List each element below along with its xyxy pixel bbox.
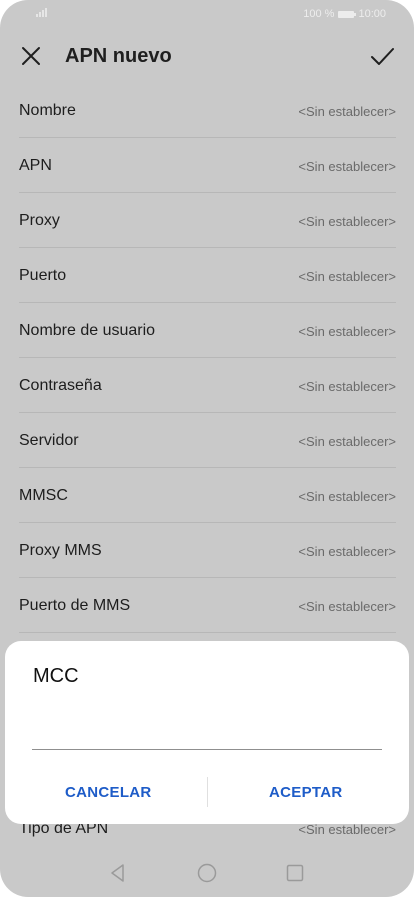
field-value: <Sin establecer> [298, 489, 396, 504]
check-icon [371, 48, 394, 65]
field-label: Puerto [19, 267, 67, 284]
dialog-title: MCC [33, 665, 79, 687]
status-right: 100 % 10:00 [303, 8, 386, 20]
field-label: Puerto de MMS [19, 597, 131, 614]
field-value: <Sin establecer> [298, 159, 396, 174]
battery-icon [338, 10, 357, 18]
field-value: <Sin establecer> [298, 324, 396, 339]
nav-recents-button[interactable] [283, 861, 307, 885]
field-label: Proxy MMS [19, 542, 102, 559]
field-value: <Sin establecer> [298, 104, 396, 119]
field-label: Contraseña [19, 377, 102, 394]
nav-recents-icon [286, 864, 304, 882]
field-value: <Sin establecer> [298, 214, 396, 229]
field-mmsc[interactable]: MMSC <Sin establecer> [0, 468, 414, 523]
signal-icon [36, 8, 47, 17]
accept-button[interactable]: ACEPTAR [269, 784, 343, 801]
field-value: <Sin establecer> [298, 269, 396, 284]
field-value: <Sin establecer> [298, 599, 396, 614]
close-icon [22, 47, 40, 65]
battery-percent: 100 % [303, 8, 335, 20]
field-label: Servidor [19, 432, 79, 449]
nav-back-button[interactable] [106, 861, 130, 885]
status-bar: 100 % 10:00 [0, 0, 414, 30]
clock: 10:00 [358, 8, 386, 20]
navigation-bar [0, 850, 414, 897]
field-puerto[interactable]: Puerto <Sin establecer> [0, 248, 414, 303]
mcc-dialog: MCC CANCELAR ACEPTAR [5, 641, 409, 824]
field-label: MMSC [19, 487, 68, 504]
field-proxy[interactable]: Proxy <Sin establecer> [0, 193, 414, 248]
field-apn[interactable]: APN <Sin establecer> [0, 138, 414, 193]
nav-back-icon [111, 864, 124, 882]
nav-home-icon [197, 863, 217, 883]
apn-field-list: Nombre <Sin establecer> APN <Sin estable… [0, 83, 414, 633]
field-nombre[interactable]: Nombre <Sin establecer> [0, 83, 414, 138]
button-separator [207, 777, 208, 807]
cancel-button[interactable]: CANCELAR [65, 784, 152, 801]
app-bar: APN nuevo [0, 30, 414, 82]
save-button[interactable] [368, 42, 396, 70]
mcc-input[interactable] [32, 701, 382, 750]
close-button[interactable] [18, 43, 44, 69]
field-value: <Sin establecer> [298, 822, 396, 837]
field-nombre-de-usuario[interactable]: Nombre de usuario <Sin establecer> [0, 303, 414, 358]
field-label: Nombre [19, 102, 76, 119]
page-title: APN nuevo [65, 45, 172, 67]
field-value: <Sin establecer> [298, 434, 396, 449]
field-label: Proxy [19, 212, 60, 229]
divider [19, 632, 396, 633]
phone-screen: 100 % 10:00 APN nuevo Nombre <Sin establ… [0, 0, 414, 897]
field-puerto-de-mms[interactable]: Puerto de MMS <Sin establecer> [0, 578, 414, 633]
field-value: <Sin establecer> [298, 544, 396, 559]
field-label: APN [19, 157, 52, 174]
nav-home-button[interactable] [195, 861, 219, 885]
field-label: Nombre de usuario [19, 322, 156, 339]
field-servidor[interactable]: Servidor <Sin establecer> [0, 413, 414, 468]
field-proxy-mms[interactable]: Proxy MMS <Sin establecer> [0, 523, 414, 578]
field-value: <Sin establecer> [298, 379, 396, 394]
field-contrasena[interactable]: Contraseña <Sin establecer> [0, 358, 414, 413]
